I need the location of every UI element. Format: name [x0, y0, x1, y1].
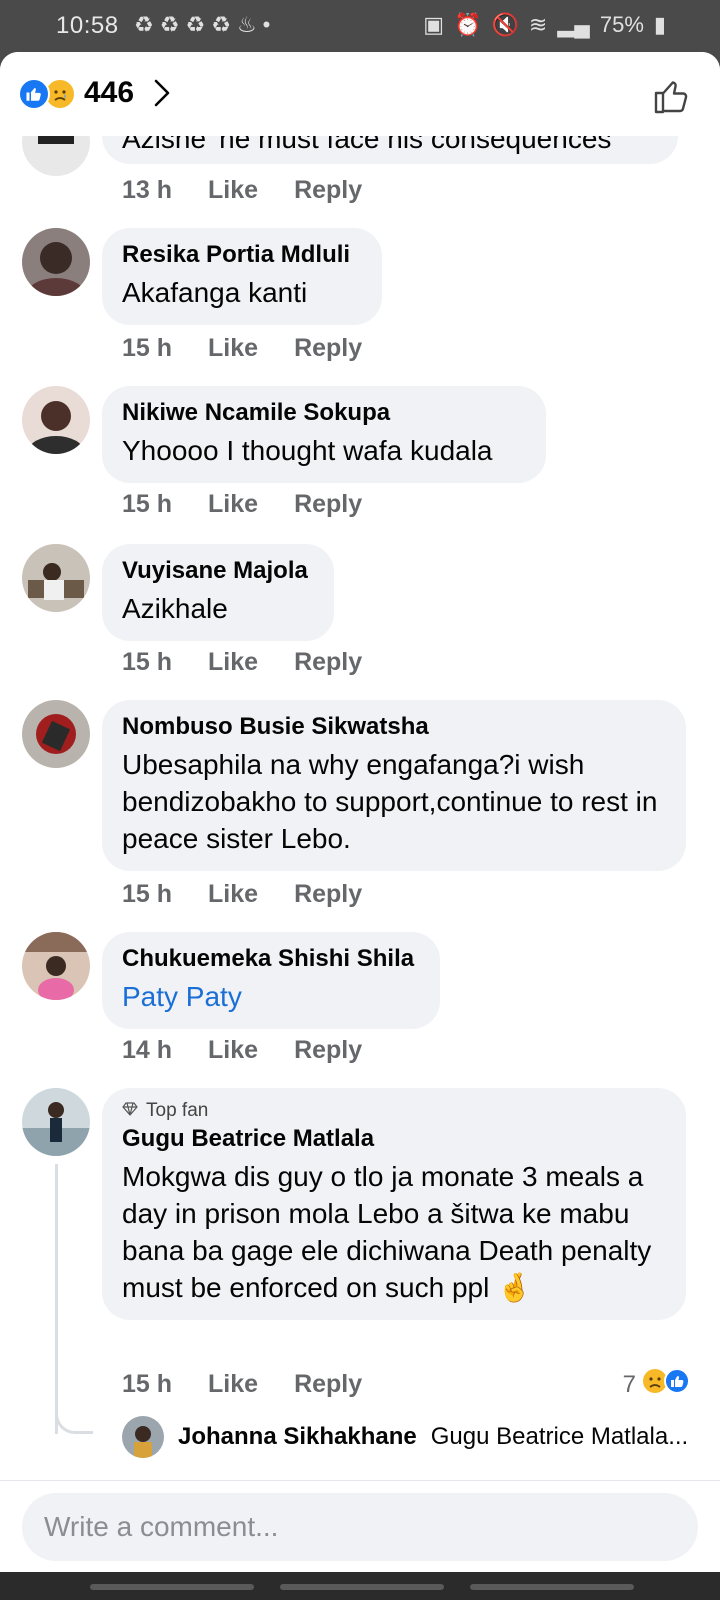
comment-actions: 15 h Like Reply: [122, 334, 362, 363]
reply-preview[interactable]: Johanna Sikhakhane Gugu Beatrice Matlala…: [122, 1416, 688, 1458]
reply-button[interactable]: Reply: [294, 1036, 362, 1065]
reply-button[interactable]: Reply: [294, 648, 362, 677]
reply-text: Gugu Beatrice Matlala...: [430, 1423, 689, 1450]
notification-icon: ♻: [211, 12, 231, 37]
comment-text: Azishe' he must face his consequences: [122, 136, 612, 154]
comment-reactions[interactable]: 7: [623, 1368, 690, 1401]
reply-button[interactable]: Reply: [294, 1370, 362, 1399]
comment-text: Ubesaphila na why engafanga?i wish bendi…: [122, 749, 658, 854]
comment-text: Akafanga kanti: [122, 277, 308, 308]
avatar[interactable]: [22, 1088, 90, 1156]
avatar[interactable]: [22, 136, 90, 176]
comment-author[interactable]: Gugu Beatrice Matlala: [122, 1124, 666, 1154]
alarm-icon: ⏰: [454, 12, 482, 37]
comment-time[interactable]: 13 h: [122, 176, 172, 205]
comment-reaction-count: 7: [622, 1370, 636, 1398]
status-right: ▣ ⏰ 🔇 ≋ ▂▄ 75% ▮: [423, 12, 666, 38]
comment-bubble: Nombuso Busie Sikwatsha Ubesaphila na wh…: [102, 700, 686, 871]
avatar[interactable]: [22, 228, 90, 296]
notification-icon: ♻: [134, 12, 154, 37]
comment-bubble: Vuyisane Majola Azikhale: [102, 544, 334, 641]
reply-button[interactable]: Reply: [294, 176, 362, 205]
avatar[interactable]: [122, 1416, 164, 1458]
comment-actions: 15 h Like Reply: [122, 490, 362, 519]
comment-author[interactable]: Nombuso Busie Sikwatsha: [122, 712, 666, 742]
like-reaction-icon: [664, 1368, 690, 1401]
notification-icon: ♻: [159, 12, 180, 37]
comment-bubble: Azishe' he must face his consequences: [102, 136, 678, 164]
comment-actions: 15 h Like Reply: [122, 880, 362, 909]
reply-author[interactable]: Johanna Sikhakhane: [178, 1423, 417, 1451]
notification-icon: ♻: [185, 12, 206, 37]
badge-label: Top fan: [146, 1100, 209, 1121]
status-time: 10:58: [56, 12, 119, 39]
comment-time[interactable]: 15 h: [122, 490, 172, 519]
comment-text: Mokgwa dis guy o tlo ja monate 3 meals a…: [122, 1161, 652, 1303]
comment-composer: Write a comment...: [0, 1480, 720, 1572]
comment-author[interactable]: Vuyisane Majola: [122, 556, 314, 586]
avatar[interactable]: [22, 544, 90, 612]
comment-actions: 13 h Like Reply: [122, 176, 362, 205]
notification-dot-icon: •: [262, 12, 271, 37]
comment-author[interactable]: Resika Portia Mdluli: [122, 240, 362, 270]
thread-connector: [55, 1404, 93, 1434]
thread-line: [55, 1164, 58, 1434]
signal-icon: ▂▄: [557, 12, 590, 37]
avatar[interactable]: [22, 386, 90, 454]
comment-text: Azikhale: [122, 593, 228, 624]
like-button[interactable]: Like: [208, 334, 258, 363]
avatar[interactable]: [22, 700, 90, 768]
like-button[interactable]: Like: [208, 880, 258, 909]
comment-author[interactable]: Chukuemeka Shishi Shila: [122, 944, 420, 974]
lock-icon: ▣: [423, 12, 445, 37]
like-button[interactable]: Like: [208, 648, 258, 677]
like-button[interactable]: Like: [208, 1036, 258, 1065]
battery-level: 75%: [599, 12, 644, 37]
like-reaction-icon: [18, 78, 50, 110]
notification-icons: ♻ ♻ ♻ ♻ ♨ •: [134, 12, 270, 38]
system-nav-bar: [0, 1572, 720, 1600]
comment-time[interactable]: 15 h: [122, 1370, 172, 1399]
comment-actions: 15 h Like Reply: [122, 1370, 362, 1399]
comment-input[interactable]: Write a comment...: [22, 1493, 698, 1561]
comment-bubble: Chukuemeka Shishi Shila Paty Paty: [102, 932, 440, 1029]
like-button[interactable]: Like: [208, 490, 258, 519]
avatar[interactable]: [22, 932, 90, 1000]
comments-sheet: 446 Azishe' he must face his consequence…: [0, 52, 720, 1572]
comments-list: Azishe' he must face his consequences 13…: [0, 136, 720, 1536]
status-bar: 10:58 ♻ ♻ ♻ ♻ ♨ • ▣ ⏰ 🔇 ≋ ▂▄ 75% ▮: [0, 0, 720, 54]
comment-bubble: Nikiwe Ncamile Sokupa Yhoooo I thought w…: [102, 386, 546, 483]
like-post-button[interactable]: [652, 76, 692, 121]
like-button[interactable]: Like: [208, 176, 258, 205]
comment-time[interactable]: 15 h: [122, 648, 172, 677]
tagged-name-link[interactable]: Paty Paty: [122, 978, 420, 1015]
reply-button[interactable]: Reply: [294, 334, 362, 363]
comment-text: Yhoooo I thought wafa kudala: [122, 435, 493, 466]
comment-bubble: Top fan Gugu Beatrice Matlala Mokgwa dis…: [102, 1088, 686, 1320]
comment-time[interactable]: 15 h: [122, 880, 172, 909]
comment-time[interactable]: 14 h: [122, 1036, 172, 1065]
reply-button[interactable]: Reply: [294, 880, 362, 909]
top-fan-badge: Top fan: [122, 1100, 666, 1122]
battery-icon: ▮: [653, 12, 666, 37]
comment-actions: 14 h Like Reply: [122, 1036, 362, 1065]
chevron-right-icon[interactable]: [152, 78, 172, 113]
diamond-icon: [122, 1100, 138, 1122]
reaction-summary[interactable]: [18, 78, 78, 110]
comment-actions: 15 h Like Reply: [122, 648, 362, 677]
mute-icon: 🔇: [491, 12, 519, 37]
comment-author[interactable]: Nikiwe Ncamile Sokupa: [122, 398, 526, 428]
notification-icon: ♨: [236, 12, 257, 37]
like-button[interactable]: Like: [208, 1370, 258, 1399]
nav-indicator[interactable]: [90, 1584, 254, 1590]
reaction-count[interactable]: 446: [84, 76, 134, 110]
comment-bubble: Resika Portia Mdluli Akafanga kanti: [102, 228, 382, 325]
reply-button[interactable]: Reply: [294, 490, 362, 519]
reactions-header: 446: [0, 52, 720, 136]
nav-indicator[interactable]: [470, 1584, 634, 1590]
nav-indicator[interactable]: [280, 1584, 444, 1590]
wifi-icon: ≋: [528, 12, 548, 37]
comment-time[interactable]: 15 h: [122, 334, 172, 363]
